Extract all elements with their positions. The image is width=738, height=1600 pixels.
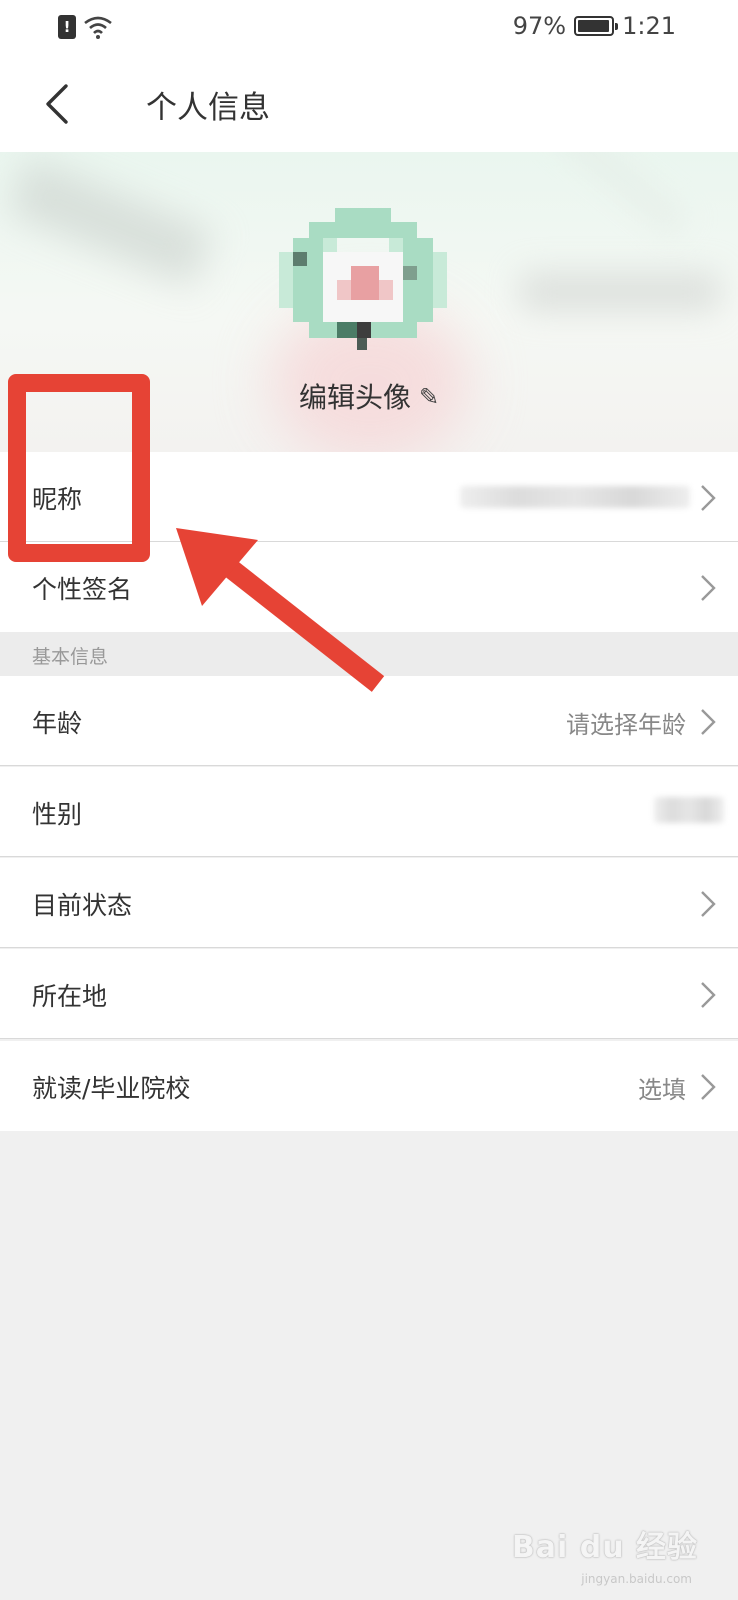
gender-row[interactable]: 性别 xyxy=(0,767,738,857)
status-left: ! xyxy=(58,14,114,40)
school-value: 选填 xyxy=(638,1076,686,1104)
baidu-jingyan-watermark: Bai du 经验 xyxy=(511,1530,698,1565)
school-label: 就读/毕业院校 xyxy=(32,1074,191,1103)
chevron-right-icon xyxy=(701,485,716,511)
battery-icon xyxy=(574,16,619,36)
status-row[interactable]: 目前状态 xyxy=(0,858,738,948)
background-blur xyxy=(520,272,720,312)
location-row[interactable]: 所在地 xyxy=(0,949,738,1039)
chevron-right-icon xyxy=(701,891,716,917)
chevron-right-icon xyxy=(701,709,716,735)
chevron-right-icon xyxy=(701,1074,716,1100)
clock: 1:21 xyxy=(622,12,676,40)
signature-label: 个性签名 xyxy=(32,575,133,604)
section-header-basic-info: 基本信息 xyxy=(0,632,738,676)
status-bar: ! 97% 1:21 xyxy=(0,0,738,56)
avatar[interactable] xyxy=(279,208,447,358)
background-blur xyxy=(6,156,214,288)
nickname-value-blurred xyxy=(460,486,690,508)
age-row[interactable]: 年龄 请选择年龄 xyxy=(0,676,738,766)
chevron-right-icon xyxy=(701,575,716,601)
annotation-highlight-box xyxy=(8,374,150,562)
school-row[interactable]: 就读/毕业院校 选填 xyxy=(0,1041,738,1131)
edit-avatar-label: 编辑头像 xyxy=(298,381,411,414)
empty-area: Bai du 经验 jingyan.baidu.com xyxy=(0,1132,738,1600)
age-label: 年龄 xyxy=(32,709,83,738)
age-value: 请选择年龄 xyxy=(566,711,686,739)
status-label: 目前状态 xyxy=(32,891,133,920)
background-blur xyxy=(549,152,691,240)
battery-fill xyxy=(578,20,610,32)
chevron-right-icon xyxy=(701,982,716,1008)
watermark-url: jingyan.baidu.com xyxy=(581,1572,692,1586)
pencil-icon: ✎ xyxy=(418,383,440,411)
back-button[interactable] xyxy=(36,78,86,130)
nav-bar: 个人信息 xyxy=(0,56,738,152)
sim-alert-icon: ! xyxy=(58,15,76,39)
gender-label: 性别 xyxy=(32,800,83,829)
wifi-icon xyxy=(84,16,112,39)
chevron-left-icon xyxy=(46,84,68,124)
gender-value-blurred xyxy=(654,797,724,823)
location-label: 所在地 xyxy=(32,982,108,1011)
battery-percent: 97% xyxy=(512,12,567,40)
status-right: 97% 1:21 xyxy=(513,12,676,40)
page-title: 个人信息 xyxy=(146,90,270,126)
section-title: 基本信息 xyxy=(32,646,109,668)
